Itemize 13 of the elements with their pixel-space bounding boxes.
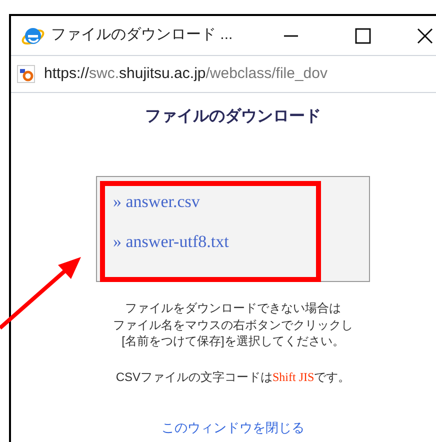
instruction-text: ファイル名をマウスの右ボタンでクリックし	[113, 316, 353, 333]
instruction-text: ファイルをダウンロードできない場合は	[125, 300, 341, 316]
file-link[interactable]: » answer.csv	[113, 191, 200, 213]
encoding-note: CSVファイルの文字コードはShift JISです。	[116, 368, 350, 386]
url-text[interactable]: https://swc.shujitsu.ac.jp/webclass/file_dov	[44, 62, 328, 86]
close-window-link[interactable]: このウィンドウを閉じる	[162, 418, 304, 437]
instruction-text: [名前をつけて保存]を選択してください。	[122, 333, 344, 350]
maximize-icon[interactable]	[354, 28, 371, 44]
site-favicon-icon	[17, 65, 35, 83]
window-title: ファイルのダウンロード ...	[51, 25, 233, 46]
page-heading: ファイルのダウンロード	[145, 106, 321, 127]
close-icon[interactable]	[416, 28, 433, 44]
file-link[interactable]: » answer-utf8.txt	[113, 231, 229, 253]
